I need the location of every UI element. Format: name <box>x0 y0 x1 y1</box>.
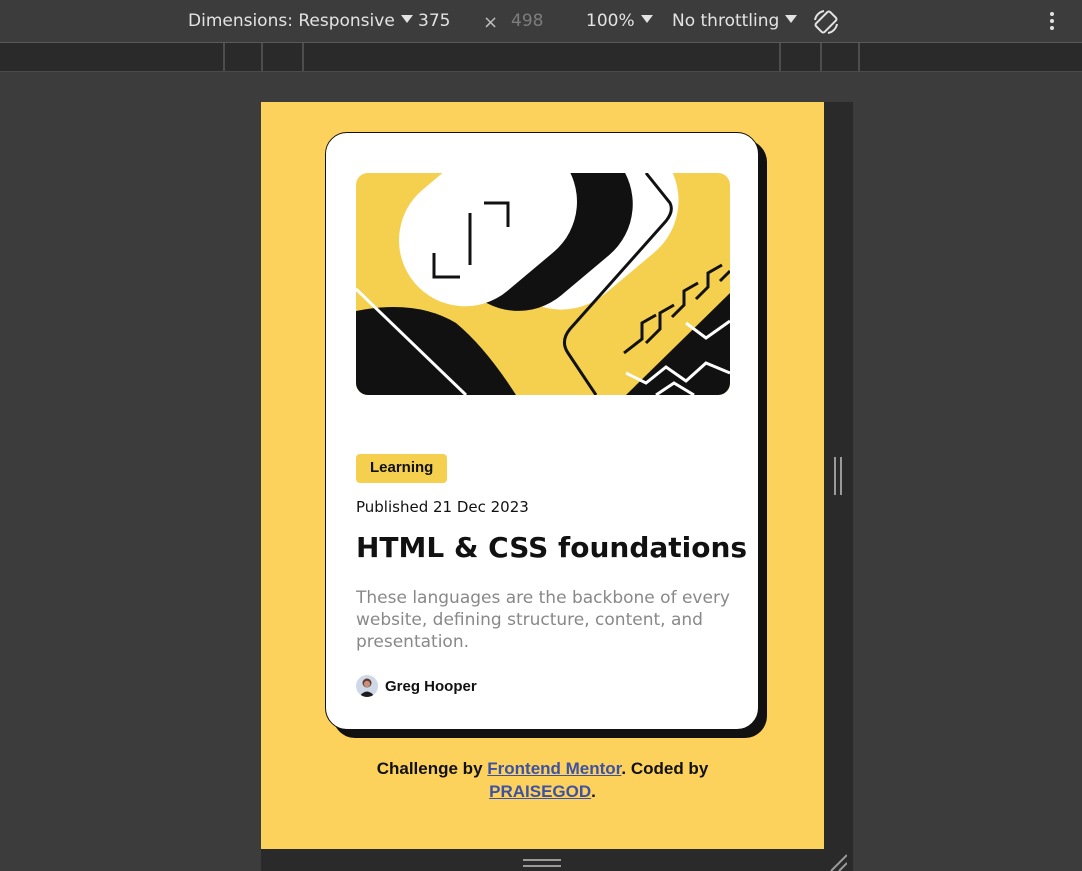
times-icon: × <box>483 12 499 33</box>
attribution: Challenge by Frontend Mentor. Coded by P… <box>261 757 824 803</box>
device-toolbar: Dimensions: Responsive 375 × 498 100% No… <box>0 0 1082 43</box>
chevron-down-icon <box>785 15 798 23</box>
zoom-dropdown[interactable]: 100% <box>586 11 653 31</box>
zoom-label: 100% <box>586 11 635 31</box>
hero-illustration <box>356 173 730 395</box>
attribution-prefix: Challenge by <box>376 759 483 778</box>
rotate-icon[interactable] <box>812 8 840 36</box>
height-input[interactable]: 498 <box>511 11 543 31</box>
more-vertical-icon[interactable] <box>1047 9 1057 35</box>
throttling-label: No throttling <box>672 11 780 31</box>
author: Greg Hooper <box>356 675 477 697</box>
avatar <box>356 675 378 697</box>
width-input[interactable]: 375 <box>418 11 450 31</box>
frontend-mentor-link[interactable]: Frontend Mentor <box>487 759 621 778</box>
throttling-dropdown[interactable]: No throttling <box>672 11 798 31</box>
author-link[interactable]: PRAISEGOD <box>489 782 591 801</box>
card-description: These languages are the backbone of ever… <box>356 588 730 652</box>
attribution-middle: . Coded by <box>621 759 709 778</box>
bottom-resize-handle[interactable] <box>261 849 853 871</box>
dimensions-label: Dimensions: Responsive <box>188 11 395 31</box>
grip-icon <box>834 457 842 495</box>
author-name: Greg Hooper <box>385 677 477 695</box>
category-tag: Learning <box>356 454 448 483</box>
emulated-viewport: Learning Published 21 Dec 2023 HTML & CS… <box>261 102 824 849</box>
publish-date: Published 21 Dec 2023 <box>356 498 529 516</box>
media-query-bar[interactable] <box>0 43 1082 72</box>
chevron-down-icon <box>400 15 413 23</box>
chevron-down-icon <box>640 15 653 23</box>
grip-icon <box>523 859 561 867</box>
card-title[interactable]: HTML & CSS foundations <box>356 531 747 564</box>
corner-resize-icon[interactable] <box>829 853 847 871</box>
attribution-suffix: . <box>591 782 596 801</box>
blog-card: Learning Published 21 Dec 2023 HTML & CS… <box>325 132 759 730</box>
right-resize-handle[interactable] <box>824 102 853 849</box>
dimensions-dropdown[interactable]: Dimensions: Responsive <box>188 11 413 31</box>
